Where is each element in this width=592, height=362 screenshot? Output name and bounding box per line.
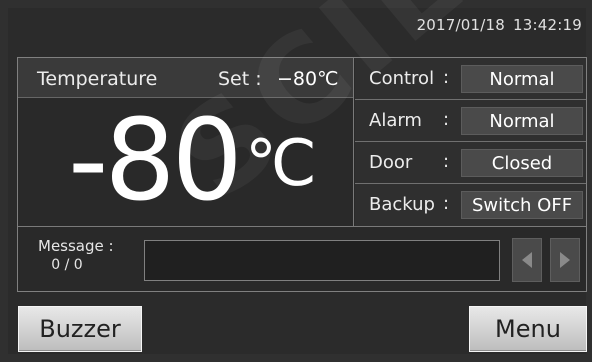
datetime: 2017/01/18 13:42:19: [0, 16, 582, 34]
status-label-door: Door: [369, 152, 413, 173]
temperature-unit: ℃: [244, 127, 317, 201]
temperature-title: Temperature: [37, 68, 158, 90]
message-label: Message :: [38, 237, 114, 255]
status-value-door: Closed: [461, 149, 583, 177]
message-display: [144, 240, 500, 281]
triangle-left-icon: [522, 252, 532, 268]
buzzer-button[interactable]: Buzzer: [18, 306, 142, 352]
status-colon: :: [443, 151, 450, 172]
status-row-alarm: Alarm : Normal: [355, 100, 586, 142]
status-label-alarm: Alarm: [369, 110, 422, 131]
status-row-control: Control : Normal: [355, 58, 586, 100]
status-row-door: Door : Closed: [355, 142, 586, 184]
message-count: 0 / 0: [51, 257, 83, 273]
status-value-backup: Switch OFF: [461, 191, 583, 219]
menu-button[interactable]: Menu: [469, 306, 587, 352]
set-label: Set :: [218, 68, 262, 90]
triangle-right-icon: [560, 252, 570, 268]
temperature-panel: Temperature Set : −80℃ -80 ℃: [18, 58, 354, 226]
previous-message-button[interactable]: [512, 238, 542, 282]
status-panel: Control : Normal Alarm : Normal Door : C…: [355, 58, 586, 226]
set-temperature-value: −80℃: [277, 68, 339, 90]
status-colon: :: [443, 67, 450, 88]
date-text: 2017/01/18: [416, 16, 506, 34]
current-temperature-value: -80: [68, 96, 243, 226]
status-label-control: Control: [369, 68, 435, 89]
next-message-button[interactable]: [550, 238, 580, 282]
time-text: 13:42:19: [513, 16, 582, 34]
status-row-backup: Backup : Switch OFF: [355, 184, 586, 226]
status-value-control: Normal: [461, 65, 583, 93]
current-temperature: -80 ℃: [68, 98, 317, 224]
message-panel: Message : 0 / 0: [18, 226, 586, 291]
status-label-backup: Backup: [369, 194, 435, 215]
temperature-header: Temperature Set : −80℃: [18, 58, 353, 98]
status-colon: :: [443, 109, 450, 130]
status-value-alarm: Normal: [461, 107, 583, 135]
main-panel: Temperature Set : −80℃ -80 ℃ Control : N…: [17, 57, 587, 292]
status-colon: :: [443, 193, 450, 214]
